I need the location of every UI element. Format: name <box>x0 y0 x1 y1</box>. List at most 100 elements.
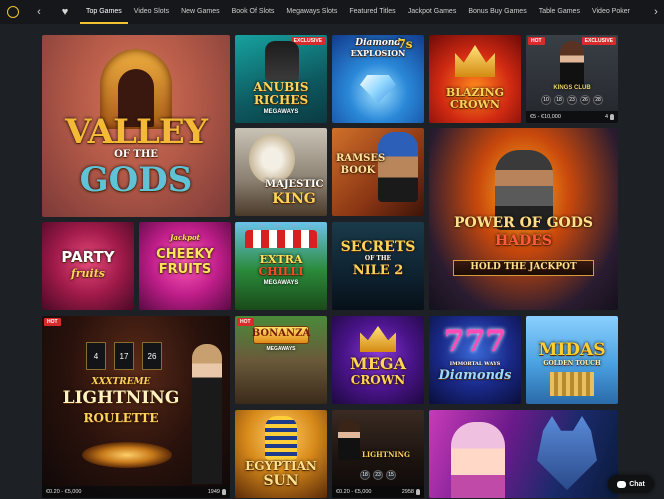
game-title: LIGHTNING <box>361 450 411 459</box>
game-tile-immortal-ways-diamonds[interactable]: 777 IMMORTAL WAYS Diamonds <box>429 316 521 404</box>
results-row: 18 23 15 <box>332 470 424 480</box>
game-title-bottom: FRUITS <box>158 262 212 277</box>
game-title-middle: HADES <box>494 233 552 249</box>
roulette-wheel-art <box>82 442 172 468</box>
results-row: 10 18 23 26 28 <box>526 95 618 105</box>
game-title: IMMORTAL WAYS <box>449 361 501 367</box>
bet-limits: €0.20 - €5,000 <box>46 489 82 495</box>
game-tile-blazing-crown[interactable]: BLAZING CROWN <box>429 35 521 123</box>
game-title-bottom: ROULETTE <box>83 411 159 425</box>
tab-book-of-slots[interactable]: Book Of Slots <box>226 0 281 24</box>
game-title-bottom: HOLD THE JACKPOT <box>470 262 577 272</box>
game-title: MEGA <box>350 354 406 373</box>
game-title-middle: OF THE <box>114 149 158 160</box>
game-tile-lightning-live[interactable]: LIGHTNING 18 23 15 €0.20 - €5,000 2958 <box>332 410 424 498</box>
hot-badge: HOT <box>237 318 254 326</box>
favorites-button[interactable]: ♥ <box>52 0 78 24</box>
result-number: 23 <box>373 470 383 480</box>
result-number: 10 <box>541 95 551 105</box>
tab-bonus-buy-games[interactable]: Bonus Buy Games <box>462 0 532 24</box>
tab-megaways-slots[interactable]: Megaways Slots <box>280 0 343 24</box>
info-bar: €0.20 - €5,000 1949 <box>42 486 230 498</box>
tab-video-slots[interactable]: Video Slots <box>128 0 175 24</box>
game-title: PARTY <box>61 248 115 266</box>
chat-bubble-icon <box>617 480 627 488</box>
game-title-bottom: BOOK <box>340 165 376 176</box>
chat-label: Chat <box>629 480 645 488</box>
person-icon <box>610 114 614 120</box>
game-subtitle: MEGAWAYS <box>263 280 299 286</box>
heart-icon: ♥ <box>61 6 69 18</box>
chat-button[interactable]: Chat <box>608 475 654 493</box>
game-subtitle: MEGAWAYS <box>263 109 299 115</box>
game-title-middle: OF THE <box>364 255 392 262</box>
tab-table-games[interactable]: Table Games <box>533 0 586 24</box>
game-tile-wolf-moon[interactable] <box>429 410 618 498</box>
game-title-bottom: NILE 2 <box>352 263 404 278</box>
prev-arrow-button[interactable]: ‹ <box>26 0 52 24</box>
game-tile-power-of-gods-hades[interactable]: POWER OF GODS HADES HOLD THE JACKPOT <box>429 128 618 310</box>
info-bar: €0.20 - €5,000 2958 <box>332 486 424 498</box>
game-title-bottom: KING <box>272 191 316 207</box>
game-title: POWER OF GODS <box>453 215 594 231</box>
diamond-icon <box>360 75 396 103</box>
game-tile-extra-chilli[interactable]: EXTRA CHILLI MEGAWAYS <box>235 222 327 310</box>
tab-featured-titles[interactable]: Featured Titles <box>343 0 401 24</box>
game-title: MIDAS <box>538 340 606 360</box>
game-tile-secrets-of-the-nile-2[interactable]: SECRETS OF THE NILE 2 <box>332 222 424 310</box>
game-title-middle: CHEEKY <box>156 247 214 262</box>
game-title: EGYPTIAN <box>245 459 317 473</box>
woman-art <box>451 422 505 498</box>
game-tile-diamond-explosion[interactable]: Diamond EXPLOSION 7s <box>332 35 424 123</box>
next-arrow-button[interactable]: › <box>648 0 664 24</box>
game-title-bottom: fruits <box>71 267 105 280</box>
result-number: 17 <box>114 342 134 370</box>
game-title: VALLEY <box>64 112 208 152</box>
game-tile-anubis-riches[interactable]: EXCLUSIVE ANUBIS RICHES MEGAWAYS <box>235 35 327 123</box>
result-number: 28 <box>593 95 603 105</box>
person-icon <box>416 489 420 495</box>
game-tile-mega-crown[interactable]: MEGA CROWN <box>332 316 424 404</box>
game-tile-majestic-king[interactable]: MAJESTIC KING <box>235 128 327 216</box>
search-button[interactable] <box>0 0 26 24</box>
tab-top-games[interactable]: Top Games <box>80 0 128 24</box>
game-tile-midas-golden-touch[interactable]: MIDAS GOLDEN TOUCH <box>526 316 618 404</box>
tab-jackpot-games[interactable]: Jackpot Games <box>402 0 463 24</box>
player-count: 1949 <box>207 489 220 495</box>
pharaoh-mask-art <box>265 416 297 460</box>
top-navigation: ‹ ♥ Top Games Video Slots New Games Book… <box>0 0 664 24</box>
game-tile-egyptian-sun[interactable]: EGYPTIAN SUN <box>235 410 327 498</box>
game-tile-ramses-book[interactable]: RAMSES BOOK <box>332 128 424 216</box>
game-title: EXTRA <box>259 253 303 266</box>
game-tile-cheeky-fruits[interactable]: Jackpot CHEEKY FRUITS <box>139 222 231 310</box>
game-title: KINGS CLUB <box>553 85 591 91</box>
game-title-bottom: CHILLI <box>258 265 304 278</box>
game-title: BLAZING <box>445 86 505 99</box>
game-title: ANUBIS <box>253 80 309 94</box>
game-subtitle: MEGAWAYS <box>266 346 296 352</box>
game-title-bottom: SUN <box>263 473 299 489</box>
person-icon <box>222 489 226 495</box>
tab-new-games[interactable]: New Games <box>175 0 226 24</box>
hot-badge: HOT <box>528 37 545 45</box>
tab-video-poker[interactable]: Video Poker <box>586 0 636 24</box>
game-title-bottom: GODS <box>79 160 193 200</box>
result-number: 15 <box>386 470 396 480</box>
dealer-avatar <box>192 344 222 484</box>
game-title: BONANZA <box>251 328 311 339</box>
chevron-right-icon: › <box>654 6 658 18</box>
game-tile-party-fruits[interactable]: PARTY fruits <box>42 222 134 310</box>
game-title: SECRETS <box>340 239 416 255</box>
game-title-number: 7s <box>397 37 413 51</box>
bet-limits: €5 - €10,000 <box>530 114 561 120</box>
hot-badge: HOT <box>44 318 61 326</box>
result-number: 18 <box>360 470 370 480</box>
game-title: XXXTREME <box>91 377 151 387</box>
game-tile-xxxtreme-lightning-roulette[interactable]: HOT 4 17 26 XXXTREME LIGHTNING ROULETTE … <box>42 316 230 498</box>
game-tile-bonanza-megaways[interactable]: HOT BONANZA MEGAWAYS <box>235 316 327 404</box>
result-number: 26 <box>580 95 590 105</box>
temple-art <box>550 372 594 396</box>
result-number: 23 <box>567 95 577 105</box>
game-tile-kings-club[interactable]: HOT EXCLUSIVE KINGS CLUB 10 18 23 26 28 … <box>526 35 618 123</box>
game-tile-valley-of-the-gods[interactable]: VALLEY OF THE GODS <box>42 35 230 217</box>
